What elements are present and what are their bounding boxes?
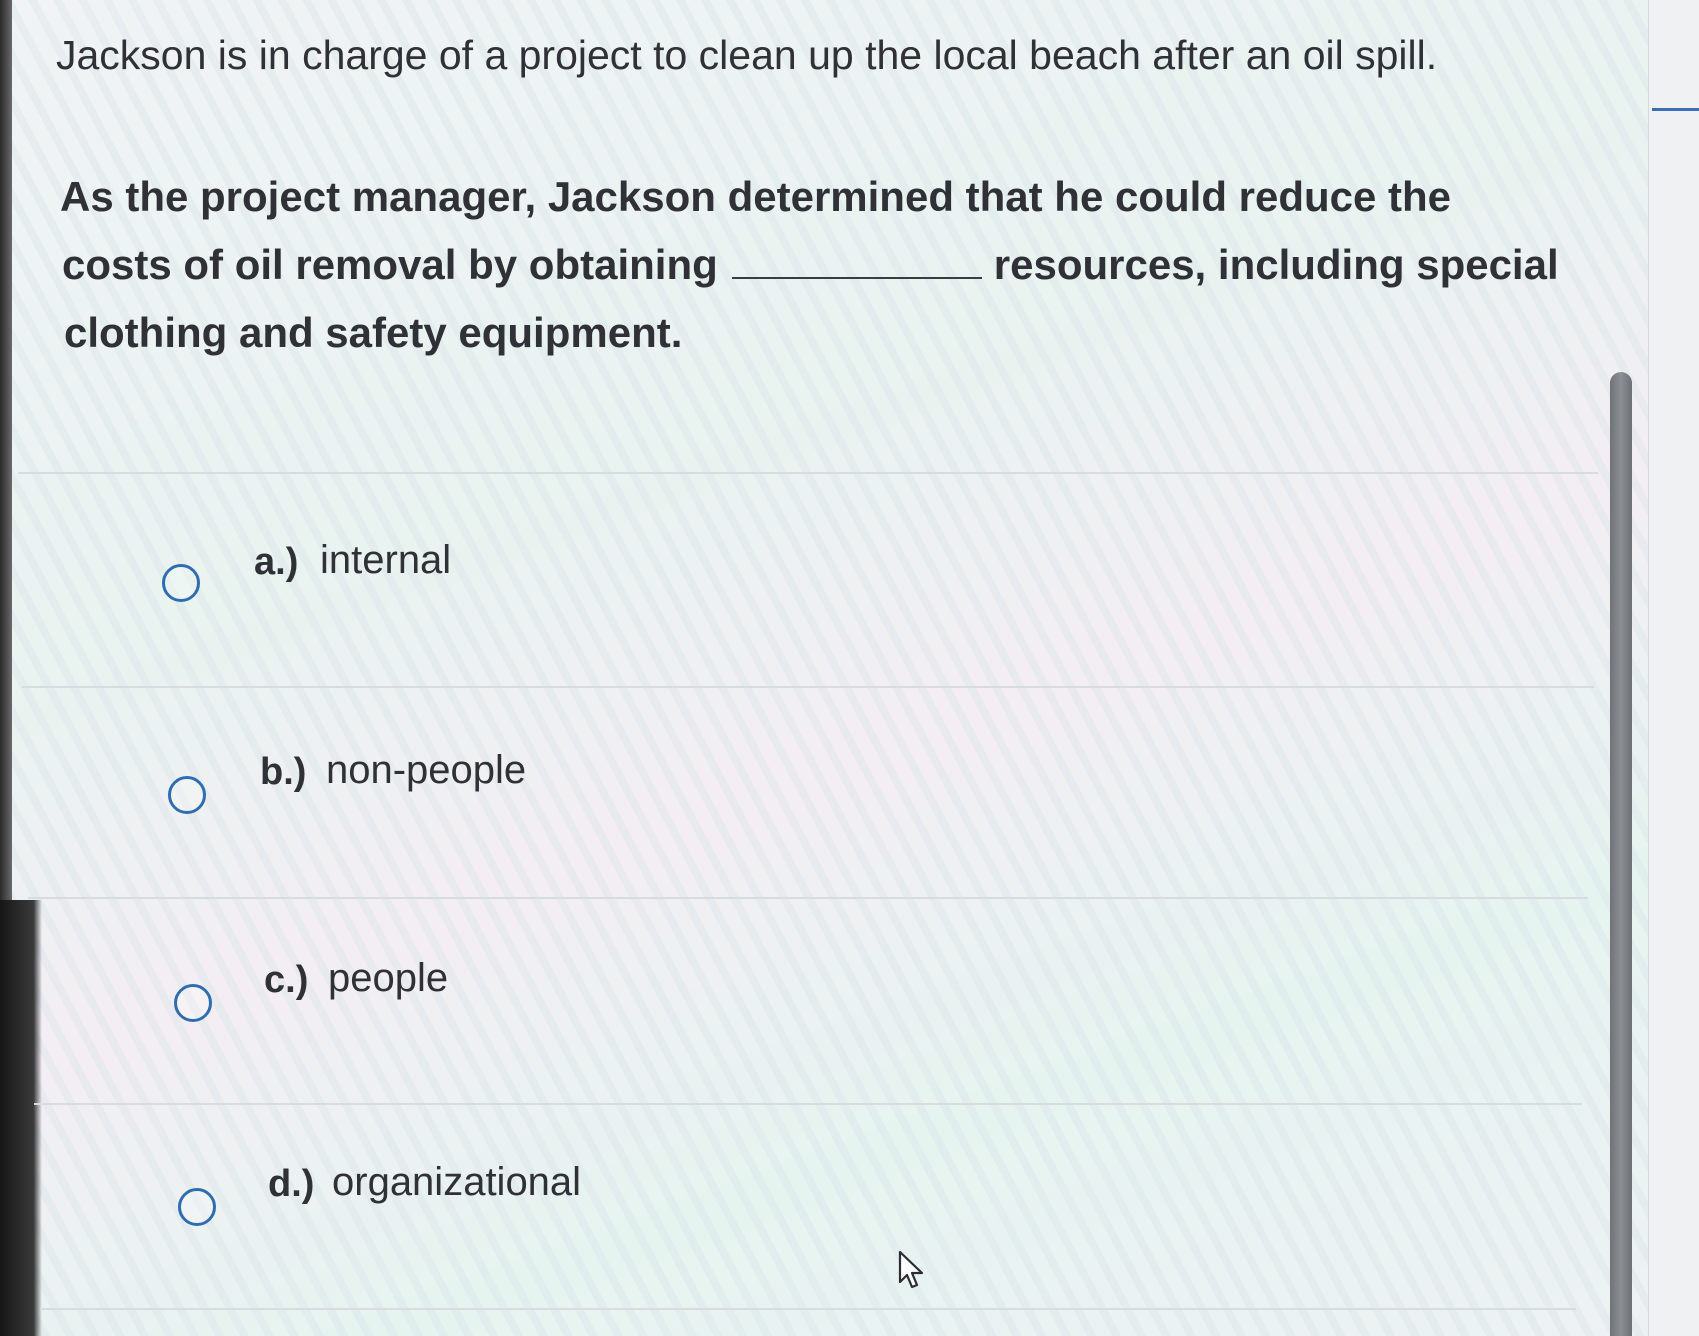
stem-text-after-blank: resources, including special bbox=[993, 241, 1559, 288]
right-side-panel bbox=[1648, 0, 1699, 1336]
question-intro: Jackson is in charge of a project to cle… bbox=[56, 32, 1438, 78]
monitor-bezel-shadow bbox=[0, 900, 42, 1336]
option-letter: a.) bbox=[254, 541, 299, 583]
mouse-pointer-icon bbox=[898, 1250, 924, 1289]
answer-option-b[interactable]: b.) non-people bbox=[156, 742, 1556, 832]
radio-unselected-icon[interactable] bbox=[178, 1188, 216, 1226]
answer-option-c[interactable]: c.) people bbox=[162, 950, 1562, 1040]
option-letter: d.) bbox=[268, 1163, 315, 1205]
question-stem-line-3: clothing and safety equipment. bbox=[64, 309, 683, 356]
divider-bottom bbox=[40, 1308, 1576, 1310]
radio-unselected-icon[interactable] bbox=[162, 564, 200, 602]
divider-top bbox=[18, 472, 1598, 474]
option-label[interactable]: internal bbox=[320, 538, 451, 582]
option-label[interactable]: organizational bbox=[332, 1160, 581, 1204]
divider-c-d bbox=[34, 1103, 1582, 1105]
option-letter: c.) bbox=[264, 959, 309, 1001]
option-label[interactable]: non-people bbox=[326, 748, 526, 792]
answer-option-a[interactable]: a.) internal bbox=[150, 530, 1550, 620]
right-panel-accent-line bbox=[1652, 108, 1699, 111]
question-stem-line-1: As the project manager, Jackson determin… bbox=[60, 173, 1452, 220]
radio-unselected-icon[interactable] bbox=[174, 984, 212, 1022]
question-stem-line-2: costs of oil removal by obtaining resourc… bbox=[62, 240, 1559, 290]
option-label[interactable]: people bbox=[328, 956, 448, 1000]
divider-a-b bbox=[22, 686, 1594, 688]
option-letter: b.) bbox=[260, 751, 307, 793]
radio-unselected-icon[interactable] bbox=[168, 776, 206, 814]
stem-text-before-blank: costs of oil removal by obtaining bbox=[62, 241, 718, 288]
scrollbar-thumb[interactable] bbox=[1610, 372, 1632, 1336]
fill-in-blank bbox=[731, 247, 982, 279]
divider-b-c bbox=[28, 897, 1588, 899]
answer-option-d[interactable]: d.) organizational bbox=[166, 1154, 1566, 1244]
